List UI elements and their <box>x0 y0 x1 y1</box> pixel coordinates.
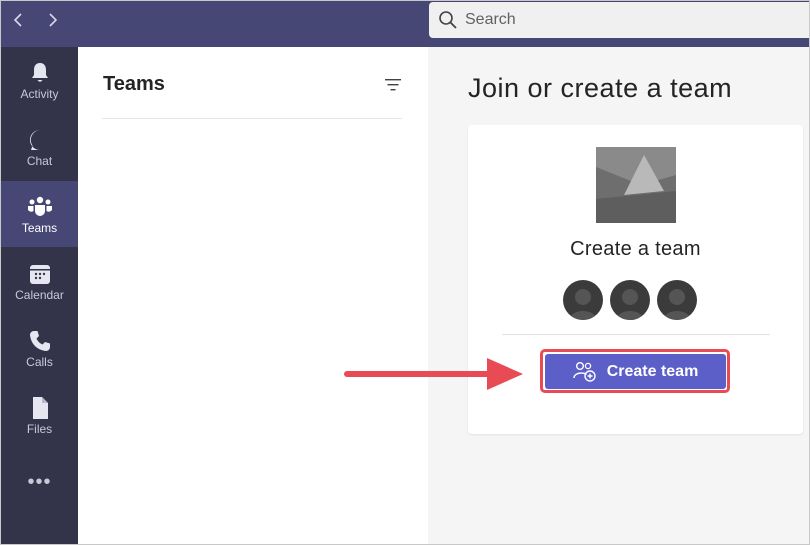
avatar <box>657 280 697 320</box>
teams-list-panel: Teams <box>78 47 428 544</box>
team-placeholder-image <box>596 147 676 223</box>
rail-item-label: Files <box>26 422 53 436</box>
teams-icon <box>27 195 53 219</box>
bell-icon <box>27 61 53 85</box>
forward-button[interactable] <box>42 9 64 31</box>
calendar-icon <box>27 262 53 286</box>
search-box[interactable]: Search <box>429 2 809 38</box>
page-title: Join or create a team <box>468 73 733 103</box>
filter-icon[interactable] <box>383 77 403 93</box>
rail-item-label: Chat <box>26 154 53 168</box>
phone-icon <box>27 329 53 353</box>
chevron-right-icon <box>49 13 58 27</box>
create-team-button[interactable]: Create team <box>545 354 726 389</box>
rail-item-calls[interactable]: Calls <box>1 315 78 381</box>
divider <box>502 334 770 335</box>
avatar <box>610 280 650 320</box>
search-icon <box>438 10 458 30</box>
annotation-arrow <box>341 353 533 393</box>
title-bar: Search <box>1 1 809 47</box>
file-icon <box>27 396 53 420</box>
rail-item-calendar[interactable]: Calendar <box>1 248 78 314</box>
more-apps-button[interactable]: ••• <box>1 467 78 497</box>
rail-item-files[interactable]: Files <box>1 382 78 448</box>
panel-title: Teams <box>103 73 165 95</box>
rail-item-label: Teams <box>21 221 58 235</box>
rail-item-activity[interactable]: Activity <box>1 47 78 113</box>
app-bar: Activity Chat Teams Calendar Calls Files… <box>1 47 78 544</box>
divider <box>102 118 402 119</box>
search-input[interactable]: Search <box>465 11 516 29</box>
avatar-group <box>563 280 697 320</box>
avatar <box>563 280 603 320</box>
add-people-icon <box>572 361 596 382</box>
chevron-left-icon <box>13 13 22 27</box>
teams-window: Search Activity Chat Teams Calendar Call… <box>0 0 810 545</box>
card-title: Create a team <box>570 238 701 260</box>
rail-item-teams[interactable]: Teams <box>1 181 78 247</box>
chat-icon <box>27 128 53 152</box>
rail-item-chat[interactable]: Chat <box>1 114 78 180</box>
main-content: Join or create a team Create a team Crea… <box>428 47 809 544</box>
rail-item-label: Calls <box>26 355 53 369</box>
create-team-button-label: Create team <box>606 362 699 380</box>
rail-item-label: Calendar <box>15 288 64 302</box>
back-button[interactable] <box>7 9 29 31</box>
rail-item-label: Activity <box>20 87 59 101</box>
